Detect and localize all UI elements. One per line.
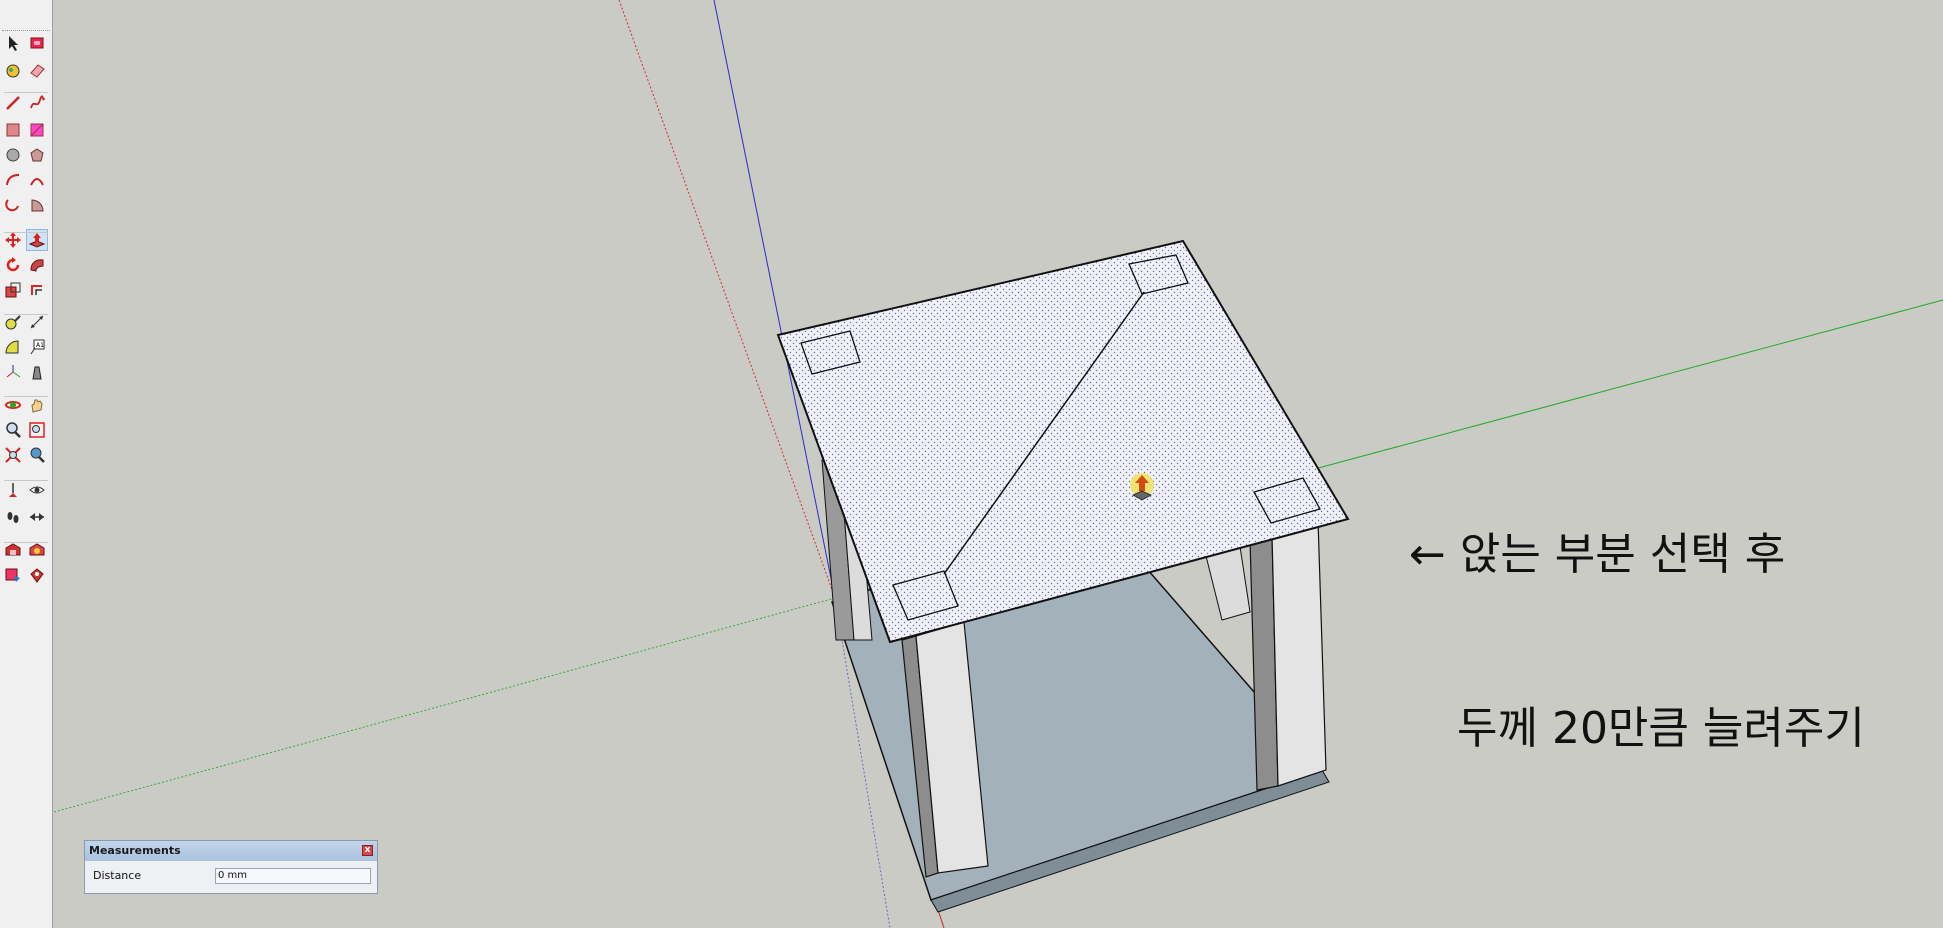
get-models-icon — [30, 568, 44, 583]
zoom-extents-icon — [5, 447, 21, 463]
toolbar-separator — [4, 232, 48, 233]
svg-text:A1: A1 — [36, 342, 44, 349]
two-point-arc-tool[interactable] — [26, 169, 48, 191]
pie-tool[interactable] — [26, 194, 48, 216]
offset-tool[interactable] — [26, 279, 48, 301]
axes-tool[interactable] — [2, 361, 24, 383]
front-right-leg-front — [1271, 519, 1327, 787]
measurements-close-icon[interactable]: x — [362, 845, 373, 856]
position-camera-tool[interactable] — [2, 479, 24, 501]
scale-tool[interactable] — [2, 279, 24, 301]
hand-icon — [31, 399, 43, 413]
arc-icon — [6, 174, 20, 186]
move-icon — [5, 232, 21, 248]
extension-warehouse-icon — [29, 543, 45, 556]
zoom-extents-tool[interactable] — [2, 444, 24, 466]
text-tool[interactable]: A1 — [26, 336, 48, 358]
previous-view-icon — [30, 447, 45, 463]
orbit-tool[interactable] — [2, 394, 24, 416]
follow-me-icon — [30, 259, 44, 272]
measurements-box: Measurements x Distance 0 mm — [84, 840, 378, 894]
modeling-viewport[interactable]: ← 앉는 부분 선택 후 두께 20만큼 늘려주기 — [54, 0, 1943, 928]
protractor-tool[interactable] — [2, 336, 24, 358]
zoom-window-tool[interactable] — [26, 419, 48, 441]
magnifier-icon — [6, 422, 21, 438]
red-axis-dotted — [618, 0, 836, 599]
arc-tool[interactable] — [2, 169, 24, 191]
rotated-rectangle-icon — [30, 123, 44, 137]
zoom-tool[interactable] — [2, 419, 24, 441]
paint-bucket-tool[interactable] — [2, 59, 24, 81]
three-point-arc-icon — [5, 199, 19, 212]
section-plane-icon — [30, 513, 44, 521]
pan-tool[interactable] — [26, 394, 48, 416]
text-icon: A1 — [30, 339, 45, 355]
eraser-tool[interactable] — [26, 59, 48, 81]
circle-icon — [6, 148, 20, 162]
3d-text-tool[interactable] — [26, 361, 48, 383]
line-tool[interactable] — [2, 92, 24, 114]
toolbar-separator — [4, 396, 48, 397]
axes-icon — [6, 365, 21, 378]
component-icon — [30, 37, 44, 49]
follow-me-tool[interactable] — [26, 254, 48, 276]
share-model-tool[interactable] — [2, 564, 24, 586]
toolbar-separator — [4, 542, 48, 543]
get-models-tool[interactable] — [26, 564, 48, 586]
measurements-title-bar[interactable]: Measurements x — [85, 841, 377, 861]
zoom-window-icon — [29, 422, 45, 438]
dimension-icon — [30, 315, 44, 329]
polygon-icon — [30, 148, 44, 162]
position-camera-icon — [9, 483, 17, 497]
push-pull-icon — [28, 233, 46, 248]
scale-icon — [5, 282, 21, 298]
measurements-value-input[interactable]: 0 mm — [215, 868, 371, 884]
paint-bucket-icon — [6, 64, 20, 78]
eraser-icon — [30, 64, 45, 78]
make-component-tool[interactable] — [26, 32, 48, 54]
green-axis-dotted — [54, 597, 836, 813]
freehand-icon — [30, 95, 45, 109]
tape-measure-icon — [5, 315, 21, 330]
rectangle-icon — [6, 123, 20, 137]
rectangle-tool[interactable] — [2, 119, 24, 141]
warehouse-icon — [5, 543, 21, 556]
pencil-icon — [6, 96, 20, 110]
offset-icon — [31, 285, 42, 295]
orbit-icon — [5, 401, 21, 409]
toolbar-separator — [4, 92, 48, 93]
circle-tool[interactable] — [2, 144, 24, 166]
rotate-tool[interactable] — [2, 254, 24, 276]
share-model-icon — [5, 568, 20, 582]
previous-view-tool[interactable] — [26, 444, 48, 466]
rotate-icon — [6, 257, 20, 272]
arrow-icon — [9, 36, 18, 51]
annotation-text: ← 앉는 부분 선택 후 두께 20만큼 늘려주기 — [1409, 410, 1865, 874]
3d-text-icon — [32, 366, 42, 380]
polygon-tool[interactable] — [26, 144, 48, 166]
measurements-label: Distance — [93, 869, 142, 882]
look-around-tool[interactable] — [26, 479, 48, 501]
tools-toolbar: A1 — [0, 0, 53, 928]
two-point-arc-icon — [30, 178, 44, 186]
annotation-line-1: ← 앉는 부분 선택 후 — [1409, 529, 1786, 580]
annotation-line-2: 두께 20만큼 늘려주기 — [1457, 703, 1865, 754]
footprints-icon — [7, 512, 19, 523]
protractor-icon — [5, 340, 19, 354]
section-plane-tool[interactable] — [26, 506, 48, 528]
select-tool[interactable] — [2, 32, 24, 54]
blue-axis — [713, 0, 836, 599]
freehand-tool[interactable] — [26, 92, 48, 114]
pie-icon — [31, 199, 44, 212]
three-point-arc-tool[interactable] — [2, 194, 24, 216]
toolbar-separator — [4, 314, 48, 315]
rotated-rectangle-tool[interactable] — [26, 119, 48, 141]
toolbar-separator — [4, 480, 48, 481]
measurements-title: Measurements — [89, 844, 181, 857]
eye-icon — [29, 486, 45, 494]
walk-tool[interactable] — [2, 506, 24, 528]
